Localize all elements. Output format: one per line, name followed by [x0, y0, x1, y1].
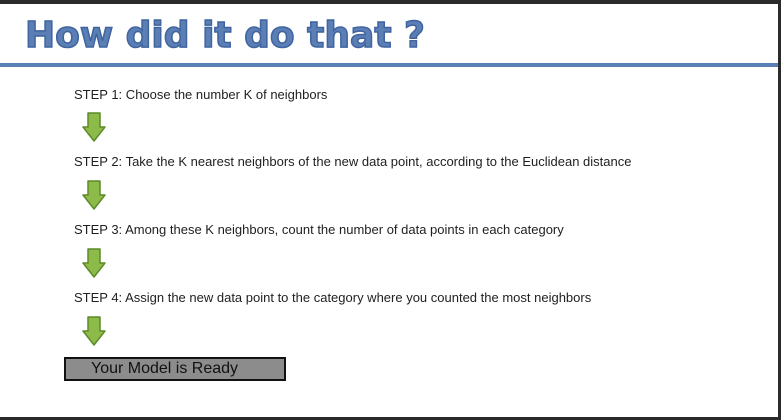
step-4-label: STEP 4:: [74, 290, 123, 305]
step-4: STEP 4: Assign the new data point to the…: [74, 290, 591, 306]
step-2: STEP 2: Take the K nearest neighbors of …: [74, 154, 631, 170]
step-2-label: STEP 2:: [74, 154, 123, 169]
step-1-text: Choose the number K of neighbors: [122, 87, 328, 102]
step-1: STEP 1: Choose the number K of neighbors: [74, 87, 327, 103]
arrow-down-icon: [82, 248, 106, 278]
arrow-down-icon: [82, 180, 106, 210]
step-3-label: STEP 3:: [74, 222, 123, 237]
title-underline: [0, 63, 778, 67]
step-2-text: Take the K nearest neighbors of the new …: [122, 154, 632, 169]
step-1-label: STEP 1:: [74, 87, 123, 102]
model-ready-box: Your Model is Ready: [64, 357, 286, 381]
slide-title: How did it do that ?: [24, 14, 425, 57]
arrow-down-icon: [82, 112, 106, 142]
arrow-down-icon: [82, 316, 106, 346]
step-3-text: Among these K neighbors, count the numbe…: [122, 222, 564, 237]
slide-frame: How did it do that ? STEP 1: Choose the …: [0, 0, 781, 420]
step-3: STEP 3: Among these K neighbors, count t…: [74, 222, 564, 238]
step-4-text: Assign the new data point to the categor…: [122, 290, 592, 305]
slide: How did it do that ? STEP 1: Choose the …: [0, 4, 778, 417]
